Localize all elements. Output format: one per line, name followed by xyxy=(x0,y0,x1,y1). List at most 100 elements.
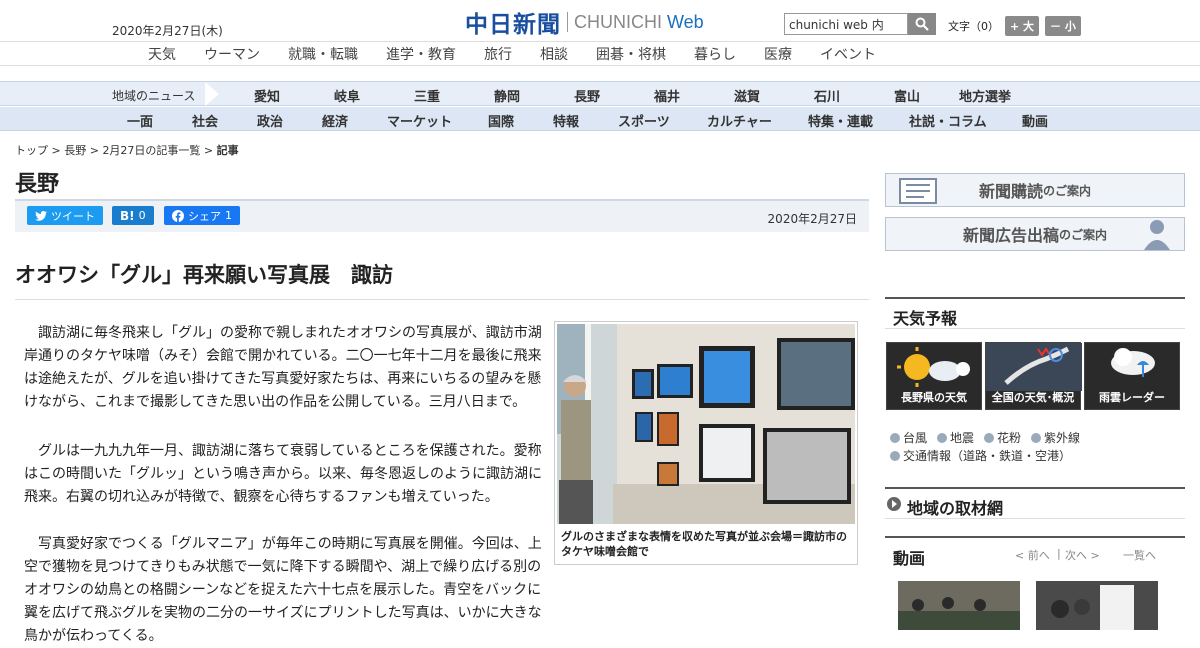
weather-link-typhoon[interactable]: 台風 xyxy=(890,429,927,446)
top-header: 2020年2月27日(木) 中日新聞 CHUNICHI Web 文字（0） + … xyxy=(0,0,1200,42)
nav-item-travel[interactable]: 旅行 xyxy=(484,44,512,64)
region-arrow xyxy=(205,82,219,106)
font-larger-button[interactable]: + 大 xyxy=(1005,16,1040,36)
share-bar: ツイート B! 0 シェア 1 2020年2月27日 xyxy=(15,199,869,232)
facebook-share-button[interactable]: シェア 1 xyxy=(164,206,240,225)
nav-item-education[interactable]: 進学・教育 xyxy=(386,44,456,64)
region-aichi[interactable]: 愛知 xyxy=(254,86,280,105)
weather-link-uv[interactable]: 紫外線 xyxy=(1031,429,1080,446)
weather-link-traffic[interactable]: 交通情報（道路・鉄道・空港） xyxy=(890,447,1071,464)
weather-link-pollen[interactable]: 花粉 xyxy=(984,429,1021,446)
region-ishikawa[interactable]: 石川 xyxy=(814,86,840,105)
cat-market[interactable]: マーケット xyxy=(387,111,452,130)
subscription-banner[interactable]: 新聞購読 のご案内 xyxy=(885,173,1185,207)
traffic-icon xyxy=(890,451,900,461)
cat-politics[interactable]: 政治 xyxy=(257,111,283,130)
cat-editorial[interactable]: 社説・コラム xyxy=(909,111,987,130)
video-prev-button[interactable]: < 前へ xyxy=(1015,547,1050,563)
site-logo[interactable]: 中日新聞 CHUNICHI Web xyxy=(465,8,704,39)
cat-front[interactable]: 一面 xyxy=(127,111,153,130)
cat-culture[interactable]: カルチャー xyxy=(707,111,772,130)
cat-economy[interactable]: 経済 xyxy=(322,111,348,130)
video-list-link[interactable]: 一覧へ xyxy=(1123,547,1156,563)
logo-japanese: 中日新聞 xyxy=(465,12,561,38)
cat-video[interactable]: 動画 xyxy=(1022,111,1048,130)
region-fukui[interactable]: 福井 xyxy=(654,86,680,105)
cat-sports[interactable]: スポーツ xyxy=(618,111,670,130)
logo-separator xyxy=(567,12,568,32)
hatena-count: 0 xyxy=(138,209,146,222)
region-shiga[interactable]: 滋賀 xyxy=(734,86,760,105)
search-button[interactable] xyxy=(908,13,936,35)
font-size-control: 文字（0） + 大 － 小 xyxy=(948,16,1081,36)
facebook-icon xyxy=(172,209,184,222)
weather-tile-nagano[interactable]: 長野県の天気 xyxy=(886,342,982,410)
site-search xyxy=(784,13,936,35)
weather-link-uv-label: 紫外線 xyxy=(1044,431,1081,445)
region-network-link[interactable]: 地域の取材網 xyxy=(885,487,1185,519)
nav-item-life[interactable]: 暮らし xyxy=(694,44,736,64)
search-input[interactable] xyxy=(784,13,908,35)
cat-international[interactable]: 国際 xyxy=(488,111,514,130)
weather-tile-national[interactable]: 全国の天気･概況 xyxy=(985,342,1082,410)
region-gifu[interactable]: 岐阜 xyxy=(334,86,360,105)
video-thumbnail-image xyxy=(898,581,1020,630)
video-pager-separator: | xyxy=(1057,547,1061,560)
nav-item-consult[interactable]: 相談 xyxy=(540,44,568,64)
exhibition-photo[interactable] xyxy=(557,324,855,524)
advertising-banner-label: 新聞広告出稿 xyxy=(962,226,1059,245)
article-paragraph: 諏訪湖に毎冬飛来し「グル」の愛称で親しまれたオオワシの写真展が、諏訪市湖岸通りの… xyxy=(24,325,542,410)
twitter-bird-icon xyxy=(35,210,47,221)
region-shizuoka[interactable]: 静岡 xyxy=(494,86,520,105)
pollen-icon xyxy=(984,433,995,443)
exhibition-photo-image xyxy=(557,324,855,524)
video-next-button[interactable]: 次へ > xyxy=(1065,547,1100,563)
search-icon xyxy=(915,17,929,31)
cat-society[interactable]: 社会 xyxy=(192,111,218,130)
weather-link-traffic-label: 交通情報（道路・鉄道・空港） xyxy=(903,449,1072,463)
nav-item-jobs[interactable]: 就職・転職 xyxy=(288,44,358,64)
nav-item-weather[interactable]: 天気 xyxy=(148,44,176,64)
weather-tile-nagano-label: 長野県の天気 xyxy=(901,391,967,404)
newspaper-icon xyxy=(899,178,937,204)
cat-features[interactable]: 特集・連載 xyxy=(808,111,873,130)
weather-section-title: 天気予報 xyxy=(885,297,1185,329)
article-paragraph: 写真愛好家でつくる「グルマニア」が毎年この時期に写真展を開催。今回は、上空で獲物… xyxy=(24,536,542,644)
weather-link-pollen-label: 花粉 xyxy=(997,431,1022,445)
breadcrumb-list[interactable]: 2月27日の記事一覧 xyxy=(102,144,200,157)
tweet-button[interactable]: ツイート xyxy=(27,206,103,225)
hatena-icon: B! xyxy=(120,208,135,223)
font-smaller-button[interactable]: － 小 xyxy=(1045,16,1081,36)
subscription-banner-label: 新聞購読 xyxy=(978,182,1043,201)
hatena-bookmark-button[interactable]: B! 0 xyxy=(112,206,154,225)
nav-item-go-shogi[interactable]: 囲碁・将棋 xyxy=(596,44,666,64)
video-thumbnail[interactable] xyxy=(898,581,1020,630)
rain-cloud-icon xyxy=(1111,348,1155,377)
region-mie[interactable]: 三重 xyxy=(414,86,440,105)
article-photo-figure: グルのさまざまな表情を収めた写真が並ぶ会場＝諏訪市のタケヤ味噌会館で xyxy=(554,321,858,565)
weather-tile-national-label: 全国の天気･概況 xyxy=(991,391,1075,404)
cat-special-report[interactable]: 特報 xyxy=(553,111,579,130)
earthquake-icon xyxy=(937,433,948,443)
weather-map-icon xyxy=(986,343,1082,391)
video-section: 動画 < 前へ | 次へ > 一覧へ xyxy=(885,536,1185,568)
typhoon-icon xyxy=(890,433,900,443)
nav-item-event[interactable]: イベント xyxy=(820,44,876,64)
breadcrumb-top[interactable]: トップ xyxy=(15,144,48,157)
region-network-label: 地域の取材網 xyxy=(907,499,1004,518)
breadcrumb-current: 記事 xyxy=(216,144,239,157)
article-paragraph: グルは一九九九年一月、諏訪湖に落ちて衰弱しているところを保護された。愛称はこの時… xyxy=(24,443,542,505)
region-local-election[interactable]: 地方選挙 xyxy=(959,86,1011,105)
weather-tile-radar[interactable]: 雨雲レーダー xyxy=(1084,342,1180,410)
nav-item-medical[interactable]: 医療 xyxy=(764,44,792,64)
breadcrumb-region[interactable]: 長野 xyxy=(64,144,86,157)
advertising-banner[interactable]: 新聞広告出稿 のご案内 xyxy=(885,217,1185,251)
region-nagano[interactable]: 長野 xyxy=(574,86,600,105)
video-thumbnail-image xyxy=(1036,581,1158,630)
region-toyama[interactable]: 富山 xyxy=(894,86,920,105)
nav-item-woman[interactable]: ウーマン xyxy=(204,44,260,64)
weather-link-earthquake[interactable]: 地震 xyxy=(937,429,974,446)
uv-icon xyxy=(1031,433,1042,443)
video-thumbnail[interactable] xyxy=(1036,581,1158,630)
main-nav: 天気 ウーマン 就職・転職 進学・教育 旅行 相談 囲碁・将棋 暮らし 医療 イ… xyxy=(0,42,1200,66)
